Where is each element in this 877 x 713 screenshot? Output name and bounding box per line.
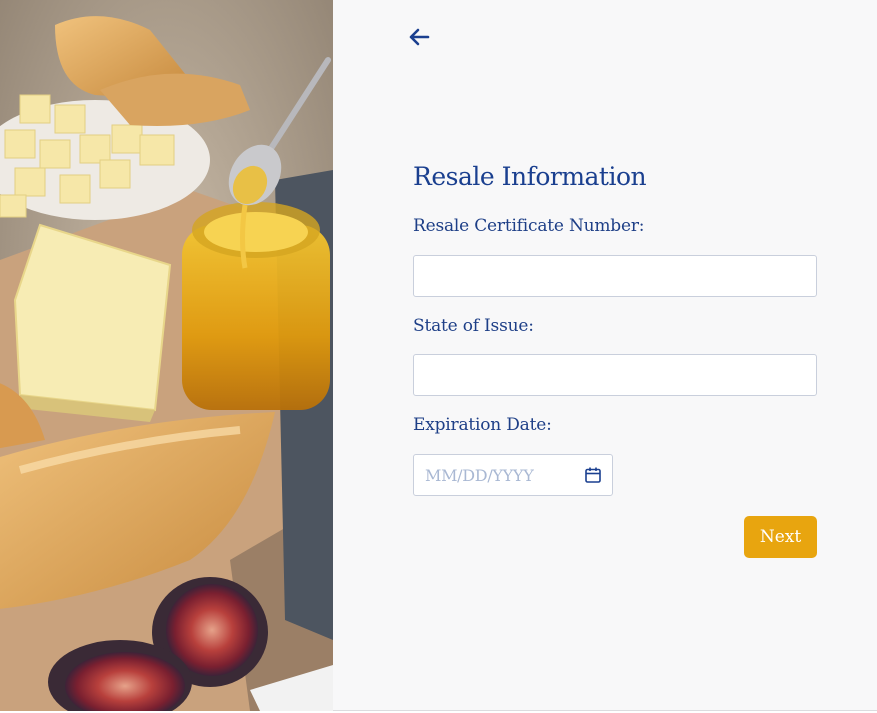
- expiration-date-label: Expiration Date:: [413, 415, 552, 435]
- food-photo: [0, 0, 333, 711]
- form-panel: Resale Information Resale Certificate Nu…: [333, 0, 877, 711]
- resale-certificate-label: Resale Certificate Number:: [413, 216, 645, 236]
- next-button[interactable]: Next: [744, 516, 817, 558]
- page-title: Resale Information: [413, 162, 647, 191]
- state-of-issue-input[interactable]: [413, 354, 817, 396]
- calendar-icon[interactable]: [584, 466, 602, 484]
- resale-certificate-input[interactable]: [413, 255, 817, 297]
- expiration-date-input[interactable]: MM/DD/YYYY: [413, 454, 613, 496]
- date-placeholder: MM/DD/YYYY: [425, 465, 534, 485]
- state-of-issue-label: State of Issue:: [413, 316, 534, 336]
- back-button[interactable]: [405, 24, 433, 50]
- arrow-left-icon: [409, 28, 430, 46]
